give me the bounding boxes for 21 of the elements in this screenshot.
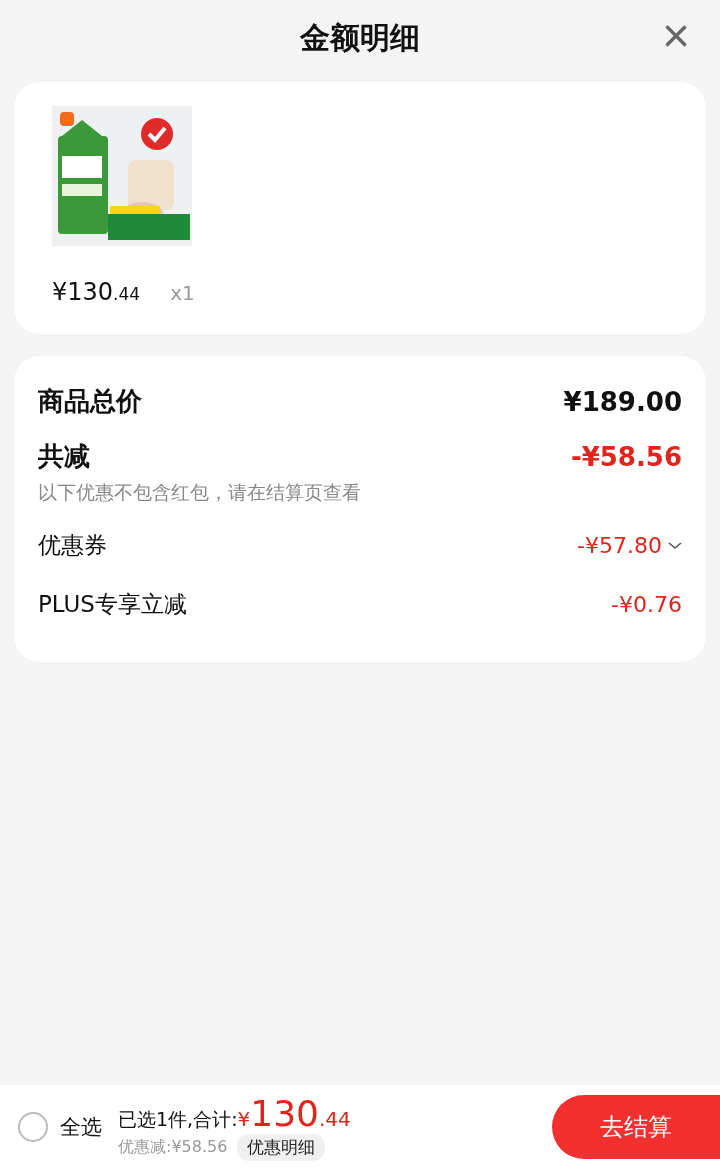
chevron-down-icon[interactable] bbox=[668, 541, 682, 550]
summary-label: 优惠券 bbox=[38, 531, 107, 560]
discount-note: 以下优惠不包含红包，请在结算页查看 bbox=[38, 480, 362, 505]
select-all-radio[interactable] bbox=[18, 1112, 48, 1142]
checkout-button[interactable]: 去结算 bbox=[552, 1095, 720, 1159]
discount-text: 优惠减:¥58.56 bbox=[118, 1137, 228, 1158]
summary-amount: ¥189.00 bbox=[563, 386, 682, 417]
page-title: 金额明细 bbox=[300, 18, 420, 57]
product-price: ¥130.44 bbox=[52, 278, 141, 306]
summary-label: 共减 bbox=[38, 440, 90, 473]
total-price: ¥130.44 bbox=[237, 1093, 351, 1134]
summary-amount: -¥58.56 bbox=[570, 441, 682, 472]
select-all-label[interactable]: 全选 bbox=[60, 1113, 102, 1141]
close-button[interactable]: × bbox=[657, 14, 694, 58]
summary-amount: -¥57.80 bbox=[577, 533, 662, 558]
discount-detail-button[interactable]: 优惠明细 bbox=[237, 1134, 326, 1161]
summary-amount: -¥0.76 bbox=[611, 592, 682, 617]
summary-label: PLUS专享立减 bbox=[38, 590, 187, 619]
selected-count-text: 已选1件,合计: bbox=[118, 1107, 238, 1132]
product-quantity: x1 bbox=[170, 281, 195, 305]
summary-label: 商品总价 bbox=[38, 385, 142, 418]
